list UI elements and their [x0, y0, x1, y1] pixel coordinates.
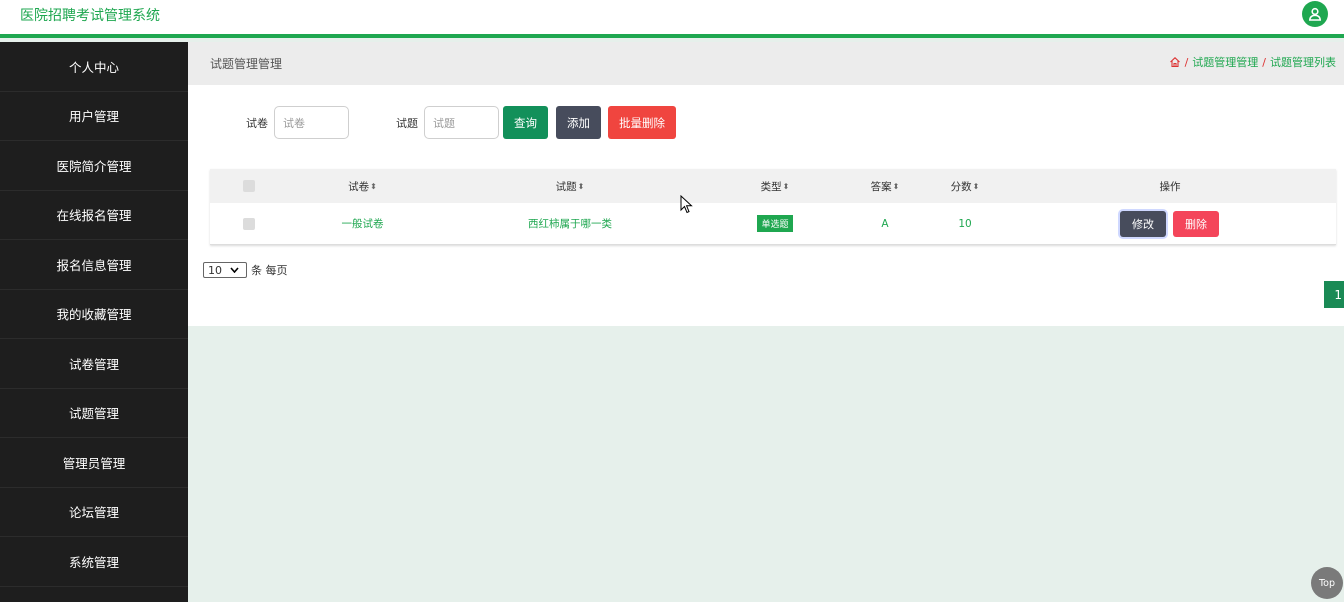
- cell-question: 西红柿属于哪一类: [528, 218, 612, 230]
- sort-icon: ⬍: [577, 181, 585, 191]
- sidebar-item-label: 个人中心: [68, 59, 119, 75]
- column-header-paper[interactable]: 试卷 ⬍: [310, 169, 415, 203]
- app-title: 医院招聘考试管理系统: [20, 8, 160, 24]
- content-panel: 试卷 试卷 试题 试题 查询 添加 批量删除 试卷 ⬍ 试题 ⬍ 类型 ⬍ 答案 ⬍ 分…: [188, 85, 1344, 326]
- select-all-checkbox[interactable]: [234, 169, 264, 203]
- sidebar: 个人中心 用户管理 医院简介管理 在线报名管理 报名信息管理 我的收藏管理 试卷…: [0, 42, 188, 602]
- column-header-answer[interactable]: 答案 ⬍: [850, 169, 920, 203]
- breadcrumb-separator: /: [1262, 55, 1266, 69]
- column-header-type[interactable]: 类型 ⬍: [740, 169, 810, 203]
- page-size-control: 10 条 每页: [203, 262, 288, 278]
- cell-answer: A: [881, 217, 889, 230]
- chevron-down-icon: [230, 267, 239, 273]
- type-badge: 单选题: [757, 215, 793, 232]
- sidebar-item-favorites[interactable]: 我的收藏管理: [0, 290, 188, 339]
- search-form: 试卷 试卷 试题 试题 查询 添加 批量删除: [188, 106, 1344, 140]
- sidebar-item-label: 报名信息管理: [56, 257, 132, 273]
- table-header: 试卷 ⬍ 试题 ⬍ 类型 ⬍ 答案 ⬍ 分数 ⬍ 操作: [210, 169, 1336, 203]
- breadcrumb-item[interactable]: 试题管理管理: [1192, 54, 1258, 70]
- sidebar-item-label: 论坛管理: [68, 505, 119, 521]
- sidebar-item-label: 系统管理: [68, 554, 119, 570]
- breadcrumb-bar: 试题管理管理 / 试题管理管理 / 试题管理列表: [188, 42, 1344, 85]
- main-content: 试题管理管理 / 试题管理管理 / 试题管理列表 试卷 试卷 试题 试题 查询 …: [188, 42, 1344, 602]
- sidebar-item-system[interactable]: 系统管理: [0, 537, 188, 587]
- column-header-question[interactable]: 试题 ⬍: [490, 169, 650, 203]
- sidebar-item-label: 我的收藏管理: [56, 307, 132, 323]
- question-label: 试题: [396, 117, 418, 130]
- home-icon[interactable]: [1169, 56, 1181, 68]
- sort-icon: ⬍: [972, 181, 980, 191]
- sidebar-item-questions[interactable]: 试题管理: [0, 389, 188, 438]
- user-icon[interactable]: [1302, 1, 1328, 27]
- sidebar-item-hospital-intro[interactable]: 医院简介管理: [0, 141, 188, 191]
- paper-search-input[interactable]: 试卷: [274, 106, 349, 139]
- sidebar-item-label: 试卷管理: [68, 356, 119, 372]
- sort-icon: ⬍: [370, 181, 377, 191]
- sidebar-item-registration-info[interactable]: 报名信息管理: [0, 240, 188, 290]
- sidebar-item-label: 试题管理: [68, 406, 119, 422]
- breadcrumb: / 试题管理管理 / 试题管理列表: [1169, 54, 1336, 70]
- sidebar-item-label: 在线报名管理: [56, 208, 132, 224]
- batch-delete-button[interactable]: 批量删除: [608, 106, 676, 139]
- column-header-score[interactable]: 分数 ⬍: [930, 169, 1000, 203]
- sidebar-item-personal-center[interactable]: 个人中心: [0, 42, 188, 92]
- sidebar-item-admins[interactable]: 管理员管理: [0, 438, 188, 488]
- sidebar-item-forum[interactable]: 论坛管理: [0, 488, 188, 537]
- paper-label: 试卷: [246, 117, 268, 130]
- questions-table: 试卷 ⬍ 试题 ⬍ 类型 ⬍ 答案 ⬍ 分数 ⬍ 操作 一般试卷 西红柿属于哪一类 单选题…: [210, 169, 1336, 245]
- cell-score: 10: [958, 217, 972, 230]
- sort-icon: ⬍: [892, 181, 900, 191]
- table-row: 一般试卷 西红柿属于哪一类 单选题 A 10 修改 删除: [210, 203, 1336, 245]
- page-size-select[interactable]: 10: [203, 262, 247, 278]
- sidebar-item-online-registration[interactable]: 在线报名管理: [0, 191, 188, 240]
- sidebar-item-label: 管理员管理: [62, 455, 126, 471]
- sidebar-item-users[interactable]: 用户管理: [0, 92, 188, 141]
- row-checkbox[interactable]: [234, 203, 264, 244]
- sort-icon: ⬍: [782, 181, 790, 191]
- page-number-button[interactable]: 1: [1324, 281, 1344, 308]
- cell-paper: 一般试卷: [341, 218, 384, 230]
- question-search-input[interactable]: 试题: [424, 106, 499, 139]
- mouse-cursor-icon: [680, 194, 694, 219]
- top-bar: 医院招聘考试管理系统: [0, 0, 1344, 38]
- breadcrumb-item[interactable]: 试题管理列表: [1270, 54, 1336, 70]
- cell-type: 单选题: [740, 203, 810, 244]
- query-button[interactable]: 查询: [503, 106, 548, 139]
- add-button[interactable]: 添加: [556, 106, 601, 139]
- breadcrumb-separator: /: [1184, 55, 1189, 69]
- column-header-actions: 操作: [1159, 180, 1181, 193]
- sidebar-item-label: 医院简介管理: [56, 158, 132, 174]
- page-title: 试题管理管理: [210, 57, 283, 71]
- delete-button[interactable]: 删除: [1173, 211, 1219, 237]
- sidebar-item-papers[interactable]: 试卷管理: [0, 339, 188, 389]
- sidebar-item-label: 用户管理: [68, 109, 119, 125]
- back-to-top-button[interactable]: Top: [1311, 567, 1343, 599]
- edit-button[interactable]: 修改: [1120, 211, 1166, 237]
- page-size-suffix: 条 每页: [251, 264, 288, 277]
